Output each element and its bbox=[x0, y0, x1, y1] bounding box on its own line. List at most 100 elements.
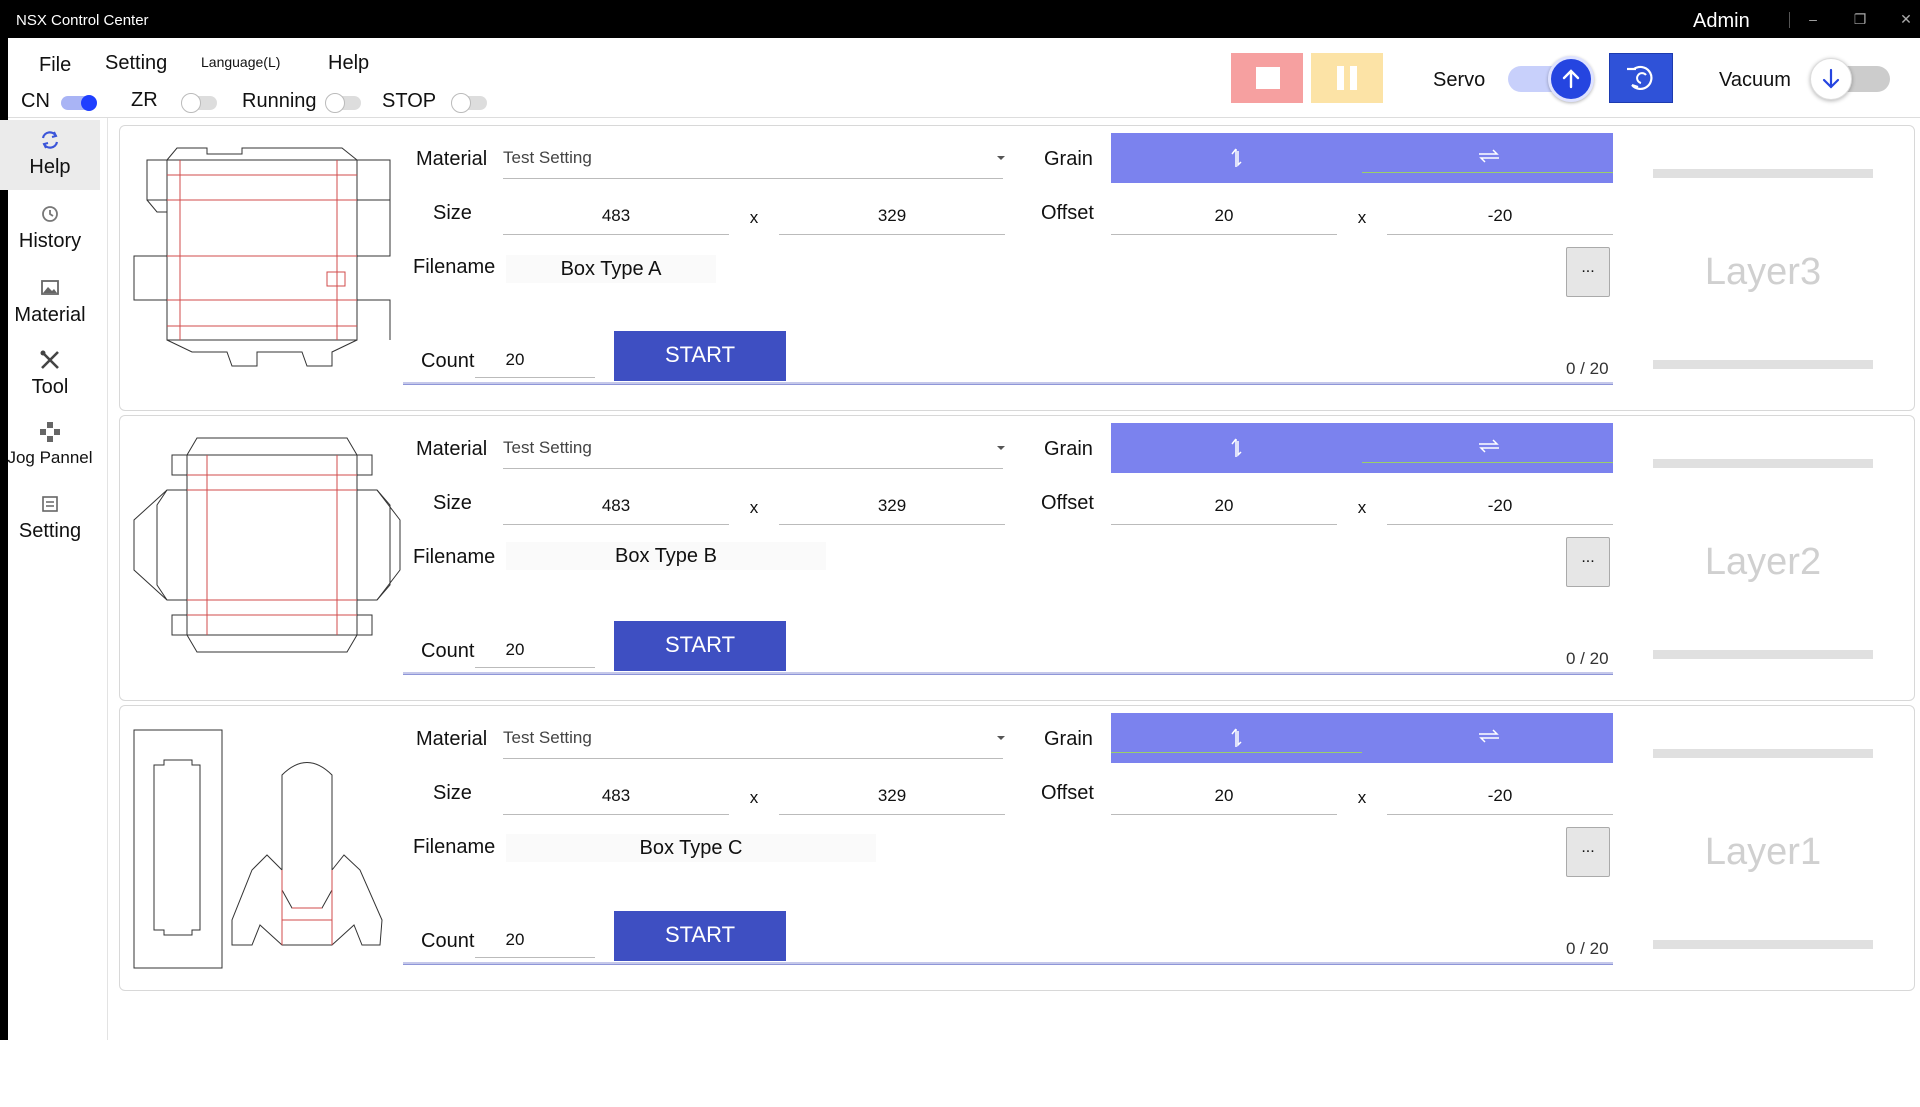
offset-y-input[interactable]: -20 bbox=[1387, 496, 1613, 516]
layer-top-bar bbox=[1653, 459, 1873, 468]
browse-file-button[interactable]: ... bbox=[1566, 827, 1610, 877]
servo-toggle-knob[interactable] bbox=[1548, 56, 1594, 102]
size-height-input[interactable]: 329 bbox=[779, 496, 1005, 516]
start-button[interactable]: START bbox=[614, 621, 786, 671]
filename-value: Box Type C bbox=[506, 834, 876, 862]
browse-file-button[interactable]: ... bbox=[1566, 247, 1610, 297]
cn-label: CN bbox=[21, 90, 50, 112]
grain-vertical-icon bbox=[1231, 438, 1242, 457]
filename-label: Filename bbox=[413, 546, 496, 568]
sidebar-item-material[interactable]: Material bbox=[0, 272, 100, 338]
count-label: Count bbox=[421, 640, 475, 662]
arrow-down-icon bbox=[1822, 68, 1840, 89]
grain-label: Grain bbox=[1044, 728, 1093, 750]
zr-toggle[interactable] bbox=[181, 93, 217, 113]
running-label: Running bbox=[242, 90, 317, 112]
close-icon[interactable]: ✕ bbox=[1892, 8, 1920, 30]
pause-button[interactable] bbox=[1311, 53, 1383, 103]
offset-x-separator: x bbox=[1357, 498, 1367, 517]
size-label: Size bbox=[433, 202, 472, 224]
grain-selected-indicator bbox=[1362, 462, 1613, 463]
material-select[interactable]: Test Setting bbox=[503, 148, 592, 168]
box-template-preview[interactable] bbox=[132, 430, 402, 680]
grain-vertical-option[interactable] bbox=[1111, 133, 1362, 183]
grain-vertical-option[interactable] bbox=[1111, 713, 1362, 763]
count-input[interactable]: 20 bbox=[475, 930, 555, 950]
chevron-down-icon[interactable] bbox=[997, 446, 1005, 450]
size-height-input[interactable]: 329 bbox=[779, 206, 1005, 226]
offset-y-input[interactable]: -20 bbox=[1387, 786, 1613, 806]
home-button[interactable] bbox=[1609, 53, 1673, 103]
grain-vertical-icon bbox=[1231, 148, 1242, 167]
grain-horizontal-option[interactable] bbox=[1362, 133, 1613, 183]
user-name[interactable]: Admin bbox=[1693, 10, 1750, 33]
filename-label: Filename bbox=[413, 256, 496, 278]
stop-button[interactable] bbox=[1231, 53, 1303, 103]
size-height-input[interactable]: 329 bbox=[779, 786, 1005, 806]
grain-horizontal-option[interactable] bbox=[1362, 423, 1613, 473]
sidebar-item-jog-pannel[interactable]: Jog Pannel bbox=[0, 416, 100, 482]
size-width-input[interactable]: 483 bbox=[503, 496, 729, 516]
menu-language[interactable]: Language(L) bbox=[201, 54, 280, 70]
offset-y-input[interactable]: -20 bbox=[1387, 206, 1613, 226]
cn-toggle[interactable] bbox=[61, 95, 97, 111]
count-input[interactable]: 20 bbox=[475, 350, 555, 370]
history-icon bbox=[42, 206, 58, 222]
box-template-preview[interactable] bbox=[132, 720, 402, 970]
running-toggle[interactable] bbox=[325, 93, 361, 113]
grain-selected-indicator bbox=[1111, 752, 1362, 753]
count-label: Count bbox=[421, 350, 475, 372]
sidebar-item-history[interactable]: History bbox=[0, 198, 100, 264]
stop-toggle[interactable] bbox=[451, 93, 487, 113]
layer-label: Layer3 bbox=[1704, 251, 1822, 293]
grain-vertical-option[interactable] bbox=[1111, 423, 1362, 473]
size-width-input[interactable]: 483 bbox=[503, 786, 729, 806]
offset-x-input[interactable]: 20 bbox=[1111, 786, 1337, 806]
size-x-separator: x bbox=[749, 208, 759, 227]
sidebar-item-tool[interactable]: Tool bbox=[0, 344, 100, 410]
menu-setting[interactable]: Setting bbox=[105, 52, 167, 75]
chevron-down-icon[interactable] bbox=[997, 736, 1005, 740]
vacuum-toggle-knob[interactable] bbox=[1810, 58, 1852, 100]
title-separator bbox=[1789, 12, 1790, 28]
material-label: Material bbox=[416, 728, 488, 750]
filename-label: Filename bbox=[413, 836, 496, 858]
size-width-input[interactable]: 483 bbox=[503, 206, 729, 226]
grain-horizontal-icon bbox=[1479, 149, 1499, 163]
progress-bar bbox=[403, 672, 1613, 675]
offset-x-input[interactable]: 20 bbox=[1111, 496, 1337, 516]
start-button[interactable]: START bbox=[614, 331, 786, 381]
layer-label: Layer2 bbox=[1704, 541, 1822, 583]
material-select[interactable]: Test Setting bbox=[503, 728, 592, 748]
layer-top-bar bbox=[1653, 169, 1873, 178]
sidebar-item-label: History bbox=[18, 230, 82, 252]
menu-file[interactable]: File bbox=[39, 54, 71, 77]
material-select[interactable]: Test Setting bbox=[503, 438, 592, 458]
size-x-separator: x bbox=[749, 788, 759, 807]
count-input[interactable]: 20 bbox=[475, 640, 555, 660]
browse-file-button[interactable]: ... bbox=[1566, 537, 1610, 587]
menu-help[interactable]: Help bbox=[328, 52, 369, 75]
offset-x-input[interactable]: 20 bbox=[1111, 206, 1337, 226]
chevron-down-icon[interactable] bbox=[997, 156, 1005, 160]
grain-horizontal-option[interactable] bbox=[1362, 713, 1613, 763]
rotate-icon bbox=[1627, 65, 1653, 90]
grain-horizontal-icon bbox=[1479, 729, 1499, 743]
minimize-icon[interactable]: – bbox=[1799, 8, 1827, 30]
progress-bar bbox=[403, 962, 1613, 965]
sidebar-item-setting[interactable]: Setting bbox=[0, 488, 100, 554]
job-panel-2: Material Test Setting Size 483 x 329 Fil… bbox=[119, 415, 1915, 701]
size-label: Size bbox=[433, 782, 472, 804]
sidebar-item-help[interactable]: Help bbox=[0, 120, 100, 190]
grain-vertical-icon bbox=[1231, 728, 1242, 747]
box-template-preview[interactable] bbox=[132, 140, 402, 390]
filename-value: Box Type A bbox=[506, 255, 716, 283]
start-button[interactable]: START bbox=[614, 911, 786, 961]
progress-count: 0 / 20 bbox=[1566, 939, 1609, 958]
job-panel-3: Material Test Setting Size 483 x 329 Fil… bbox=[119, 705, 1915, 991]
stop-icon bbox=[1256, 67, 1280, 89]
progress-count: 0 / 20 bbox=[1566, 359, 1609, 378]
layer-bottom-bar bbox=[1653, 940, 1873, 949]
restore-icon[interactable]: ❐ bbox=[1846, 8, 1874, 30]
title-bar: NSX Control Center Admin – ❐ ✕ bbox=[0, 0, 1920, 38]
